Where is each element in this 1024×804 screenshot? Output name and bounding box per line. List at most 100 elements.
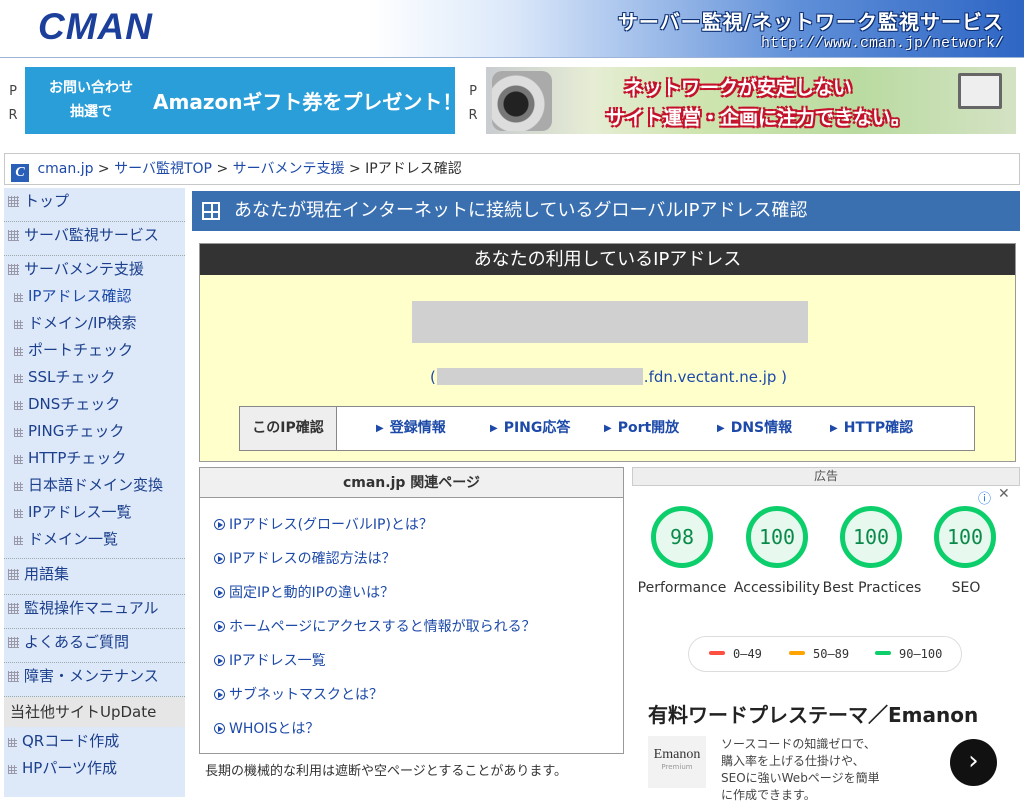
grid-bullet-icon (8, 264, 19, 275)
sidebar-item-monitoring[interactable]: サーバ監視サービス (4, 222, 185, 256)
sidebar-item-ip-list[interactable]: IPアドレス一覧 (4, 500, 185, 527)
play-triangle-icon: ▶ (376, 423, 384, 434)
ad-label: 広告 (632, 467, 1020, 486)
camera-image (492, 71, 552, 131)
ad-headline: 有料ワードプレステーマ／Emanon (648, 703, 979, 727)
score-gauge-performance: 98 (651, 506, 713, 568)
check-dns-link[interactable]: ▶ DNS情報 (717, 407, 792, 450)
sidebar-item-ip-check[interactable]: IPアドレス確認 (4, 284, 185, 311)
grid-bullet-icon (8, 196, 19, 207)
grid-bullet-icon (8, 230, 19, 241)
circle-arrow-icon (214, 655, 225, 666)
breadcrumb-item[interactable]: cman.jp (37, 161, 93, 177)
sidebar-item-qr[interactable]: QRコード作成 (4, 729, 185, 756)
grid-bullet-icon (14, 293, 23, 302)
grid-bullet-icon (14, 320, 23, 329)
service-url: http://www.cman.jp/network/ (760, 35, 1004, 52)
circle-arrow-icon (214, 519, 225, 530)
score-gauge-seo: 100 (934, 506, 996, 568)
check-port-link[interactable]: ▶ Port開放 (604, 407, 679, 450)
sidebar-item-outage[interactable]: 障害・メンテナンス (4, 663, 185, 697)
score-label: SEO (951, 580, 981, 596)
grid-bullet-icon (14, 374, 23, 383)
grid-bullet-icon (14, 509, 23, 518)
ip-address-redacted (412, 301, 808, 343)
ip-address-panel: あなたの利用しているIPアドレス (.fdn.vectant.ne.jp ) こ… (199, 243, 1016, 462)
sidebar-item-http-check[interactable]: HTTPチェック (4, 446, 185, 473)
check-ping-link[interactable]: ▶ PING応答 (490, 407, 570, 450)
promo-banner-amazon[interactable]: お問い合わせ 抽選で Amazonギフト券をプレゼント！ (25, 67, 462, 134)
sidebar-item-ping-check[interactable]: PINGチェック (4, 419, 185, 446)
circle-arrow-icon (214, 689, 225, 700)
grid-bullet-icon (8, 765, 17, 774)
breadcrumb-separator: > (348, 161, 361, 177)
promo-banner-main-text: Amazonギフト券をプレゼント！ (153, 90, 463, 114)
emanon-logo: Emanon Premium (648, 736, 706, 788)
sidebar-item-glossary[interactable]: 用語集 (4, 561, 185, 595)
usage-notice: 長期の機械的な利用は遮断や空ページとすることがあります。 (205, 764, 568, 779)
grid-bullet-icon (14, 347, 23, 356)
grid-bullet-icon (8, 671, 19, 682)
breadcrumb-separator: > (97, 161, 110, 177)
related-pages-title: cman.jp 関連ページ (200, 468, 623, 498)
breadcrumb-item[interactable]: サーバ監視TOP (114, 161, 212, 177)
score-gauge-accessibility: 100 (746, 506, 808, 568)
sidebar-item-top[interactable]: トップ (4, 188, 185, 222)
sidebar-item-domain-list[interactable]: ドメイン一覧 (4, 527, 185, 559)
check-http-link[interactable]: ▶ HTTP確認 (830, 407, 913, 450)
circle-arrow-icon (214, 587, 225, 598)
info-icon[interactable]: ⓘ (978, 488, 991, 507)
breadcrumb: C cman.jp > サーバ監視TOP > サーバメンテ支援 > IPアドレス… (4, 153, 1020, 185)
promo-banner-line-1: ネットワークが安定しない (624, 77, 853, 99)
cman-icon: C (11, 164, 29, 182)
circle-arrow-icon (214, 621, 225, 632)
legend-item: 0–49 (709, 647, 762, 661)
sidebar-item-faq[interactable]: よくあるご質問 (4, 629, 185, 663)
grid-bullet-icon (14, 482, 23, 491)
related-link[interactable]: サブネットマスクとは？ (214, 684, 383, 704)
related-link[interactable]: 固定IPと動的IPの違いは？ (214, 582, 394, 602)
grid-bullet-icon (14, 428, 23, 437)
ip-check-label: このIP確認 (240, 407, 337, 450)
hostname-redacted (436, 368, 643, 385)
computer-image (958, 73, 1002, 109)
legend-item: 50–89 (789, 647, 849, 661)
pr-label: PR (8, 84, 18, 123)
breadcrumb-separator: > (216, 161, 229, 177)
sidebar-section-title: 当社他サイトUpDate (4, 697, 185, 727)
sidebar-item-ssl-check[interactable]: SSLチェック (4, 365, 185, 392)
sidebar-item-hp-parts[interactable]: HPパーツ作成 (4, 756, 185, 783)
promo-banner-network[interactable]: ネットワークが安定しない サイト運営・企画に注力できない。 (486, 67, 1016, 134)
related-link[interactable]: ホームページにアクセスすると情報が取られる？ (214, 616, 536, 636)
chevron-right-icon[interactable]: › (950, 739, 997, 786)
ip-panel-title: あなたの利用しているIPアドレス (200, 244, 1015, 275)
sidebar-item-port-check[interactable]: ポートチェック (4, 338, 185, 365)
circle-arrow-icon (214, 723, 225, 734)
ad-banner[interactable]: ⓘ ✕ 98 100 100 100 Performance Accessibi… (632, 486, 1020, 802)
play-triangle-icon: ▶ (604, 423, 612, 434)
close-icon[interactable]: ✕ (998, 486, 1010, 502)
breadcrumb-item[interactable]: サーバメンテ支援 (233, 161, 345, 177)
breadcrumb-current: IPアドレス確認 (365, 161, 462, 177)
check-registration-link[interactable]: ▶ 登録情報 (376, 407, 446, 450)
score-gauge-best-practices: 100 (840, 506, 902, 568)
related-link[interactable]: WHOISとは？ (214, 718, 319, 738)
page-title: あなたが現在インターネットに接続しているグローバルIPアドレス確認 (192, 191, 1020, 231)
score-label: Accessibility (733, 580, 821, 596)
sidebar-item-dns-check[interactable]: DNSチェック (4, 392, 185, 419)
service-title: サーバー監視/ネットワーク監視サービス (617, 10, 1004, 34)
ip-check-bar: このIP確認 ▶ 登録情報 ▶ PING応答 ▶ Port開放 ▶ DNS情報 ▶ HTT… (239, 406, 975, 451)
sidebar-item-jp-domain[interactable]: 日本語ドメイン変換 (4, 473, 185, 500)
grid-bullet-icon (8, 738, 17, 747)
sidebar-item-manual[interactable]: 監視操作マニュアル (4, 595, 185, 629)
site-logo[interactable]: CMAN (38, 6, 153, 48)
circle-arrow-icon (214, 553, 225, 564)
play-triangle-icon: ▶ (830, 423, 838, 434)
related-link[interactable]: IPアドレス一覧 (214, 650, 326, 670)
score-label: Performance (637, 580, 727, 596)
related-link[interactable]: IPアドレスの確認方法は？ (214, 548, 396, 568)
window-grid-icon (202, 202, 220, 220)
grid-bullet-icon (8, 603, 19, 614)
sidebar-item-domain-search[interactable]: ドメイン/IP検索 (4, 311, 185, 338)
related-link[interactable]: IPアドレス(グローバルIP)とは？ (214, 514, 433, 534)
